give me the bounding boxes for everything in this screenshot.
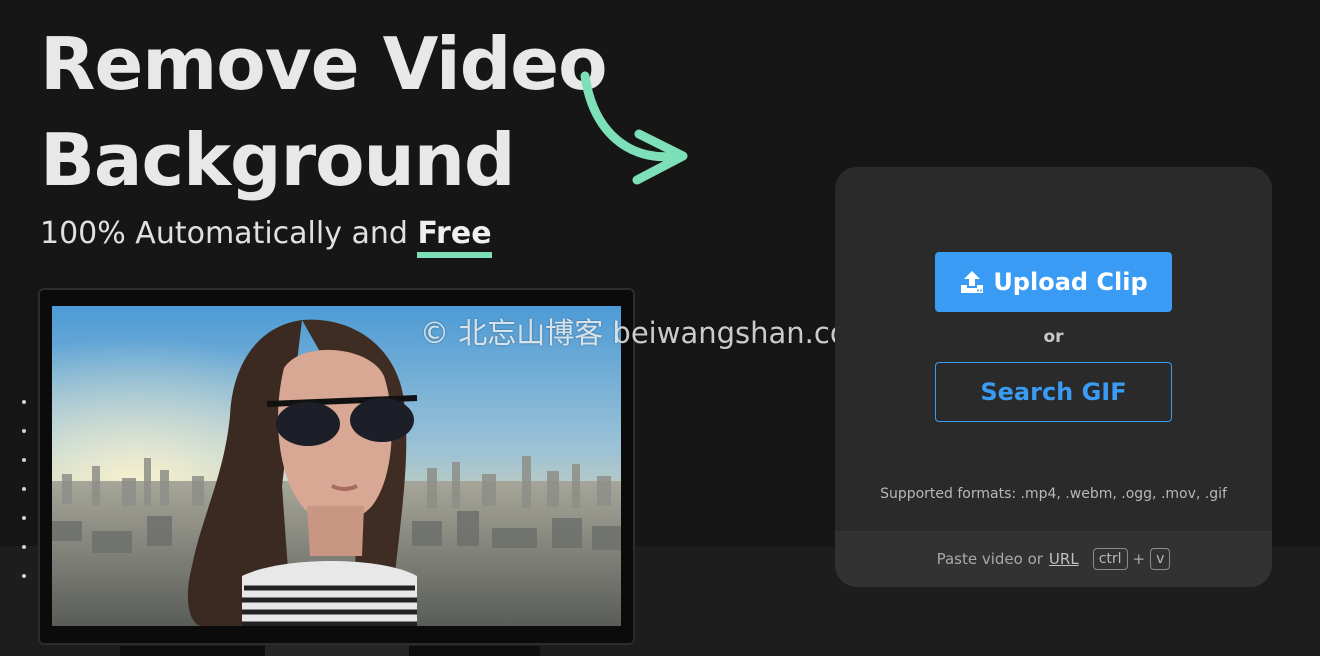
paste-bar: Paste video or URL ctrl + v — [835, 531, 1272, 587]
page: Remove Video Background 100% Automatical… — [0, 0, 1320, 656]
plus-sign: + — [1132, 550, 1146, 568]
supported-formats-text: Supported formats: .mp4, .webm, .ogg, .m… — [880, 486, 1227, 502]
subtitle-free: Free — [417, 216, 492, 258]
demo-video-preview — [52, 306, 621, 626]
dot — [22, 400, 26, 404]
curved-arrow-icon — [580, 71, 688, 185]
dot — [22, 458, 26, 462]
title-line-1: Remove Video — [40, 22, 608, 106]
dot — [22, 516, 26, 520]
search-gif-button[interactable]: Search GIF — [935, 362, 1172, 422]
url-link[interactable]: URL — [1049, 550, 1079, 568]
dot — [22, 429, 26, 433]
upload-card: Upload Clip or Search GIF Supported form… — [835, 167, 1272, 587]
watermark-text: © 北忘山博客 beiwangshan.com — [420, 316, 876, 350]
upload-icon — [961, 271, 984, 293]
dot — [22, 545, 26, 549]
upload-clip-label: Upload Clip — [993, 268, 1148, 296]
subtitle: 100% Automatically and Free — [40, 216, 492, 258]
paste-prefix: Paste video or — [936, 550, 1043, 568]
search-gif-label: Search GIF — [980, 378, 1127, 406]
v-key: v — [1150, 548, 1171, 570]
title-line-2: Background — [40, 118, 516, 202]
monitor-stand — [265, 645, 409, 656]
ctrl-key: ctrl — [1092, 548, 1128, 570]
dot — [22, 574, 26, 578]
subtitle-prefix: 100% Automatically and — [40, 216, 418, 251]
decorative-dots — [22, 400, 26, 603]
upload-clip-button[interactable]: Upload Clip — [935, 252, 1172, 312]
page-title: Remove Video Background — [40, 16, 608, 208]
or-separator: or — [1043, 327, 1064, 347]
dot — [22, 487, 26, 491]
